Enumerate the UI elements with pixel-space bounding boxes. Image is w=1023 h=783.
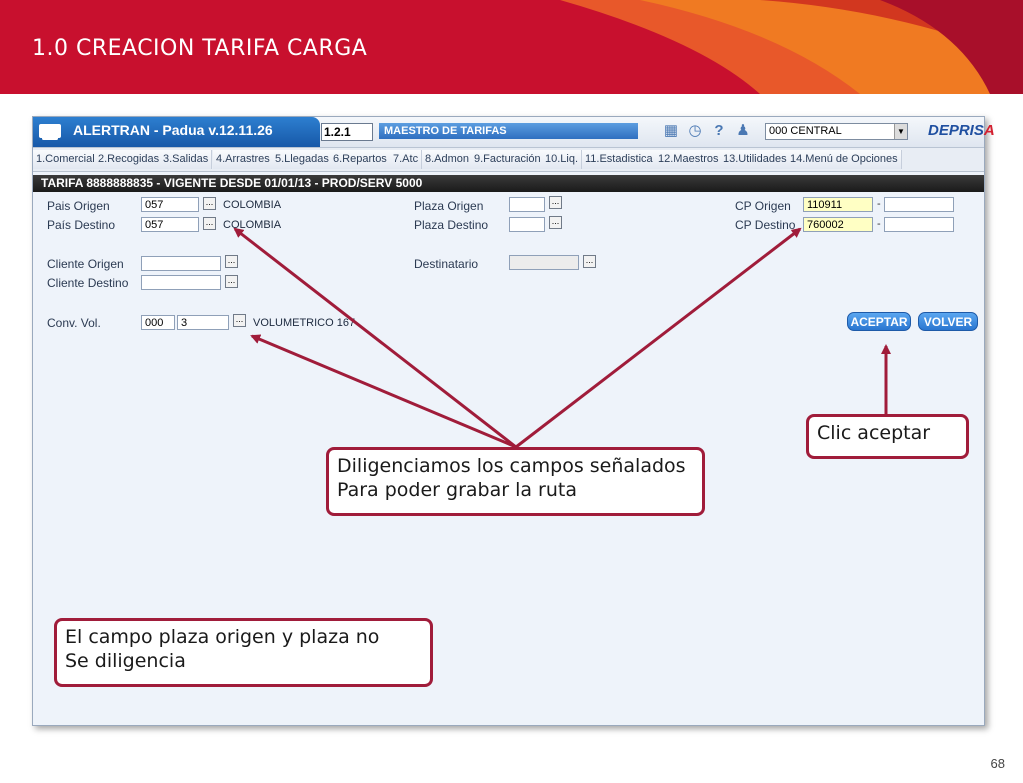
note-clic-aceptar-text: Clic aceptar (817, 422, 931, 444)
arrow-to-conv-vol (250, 334, 517, 449)
note-plaza-line1: El campo plaza origen y plaza no (65, 626, 380, 648)
note-diligenciamos: Diligenciamos los campos señalados Para … (326, 447, 705, 516)
note-diligenciamos-line1: Diligenciamos los campos señalados (337, 455, 686, 477)
note-plaza: El campo plaza origen y plaza no Se dili… (54, 618, 433, 687)
page-number: 68 (990, 756, 1005, 771)
note-diligenciamos-line2: Para poder grabar la ruta (337, 479, 578, 501)
note-plaza-line2: Se diligencia (65, 650, 186, 672)
arrow-to-pais-destino (233, 227, 517, 449)
note-clic-aceptar: Clic aceptar (806, 414, 969, 459)
arrow-to-cp-destino (515, 227, 802, 449)
